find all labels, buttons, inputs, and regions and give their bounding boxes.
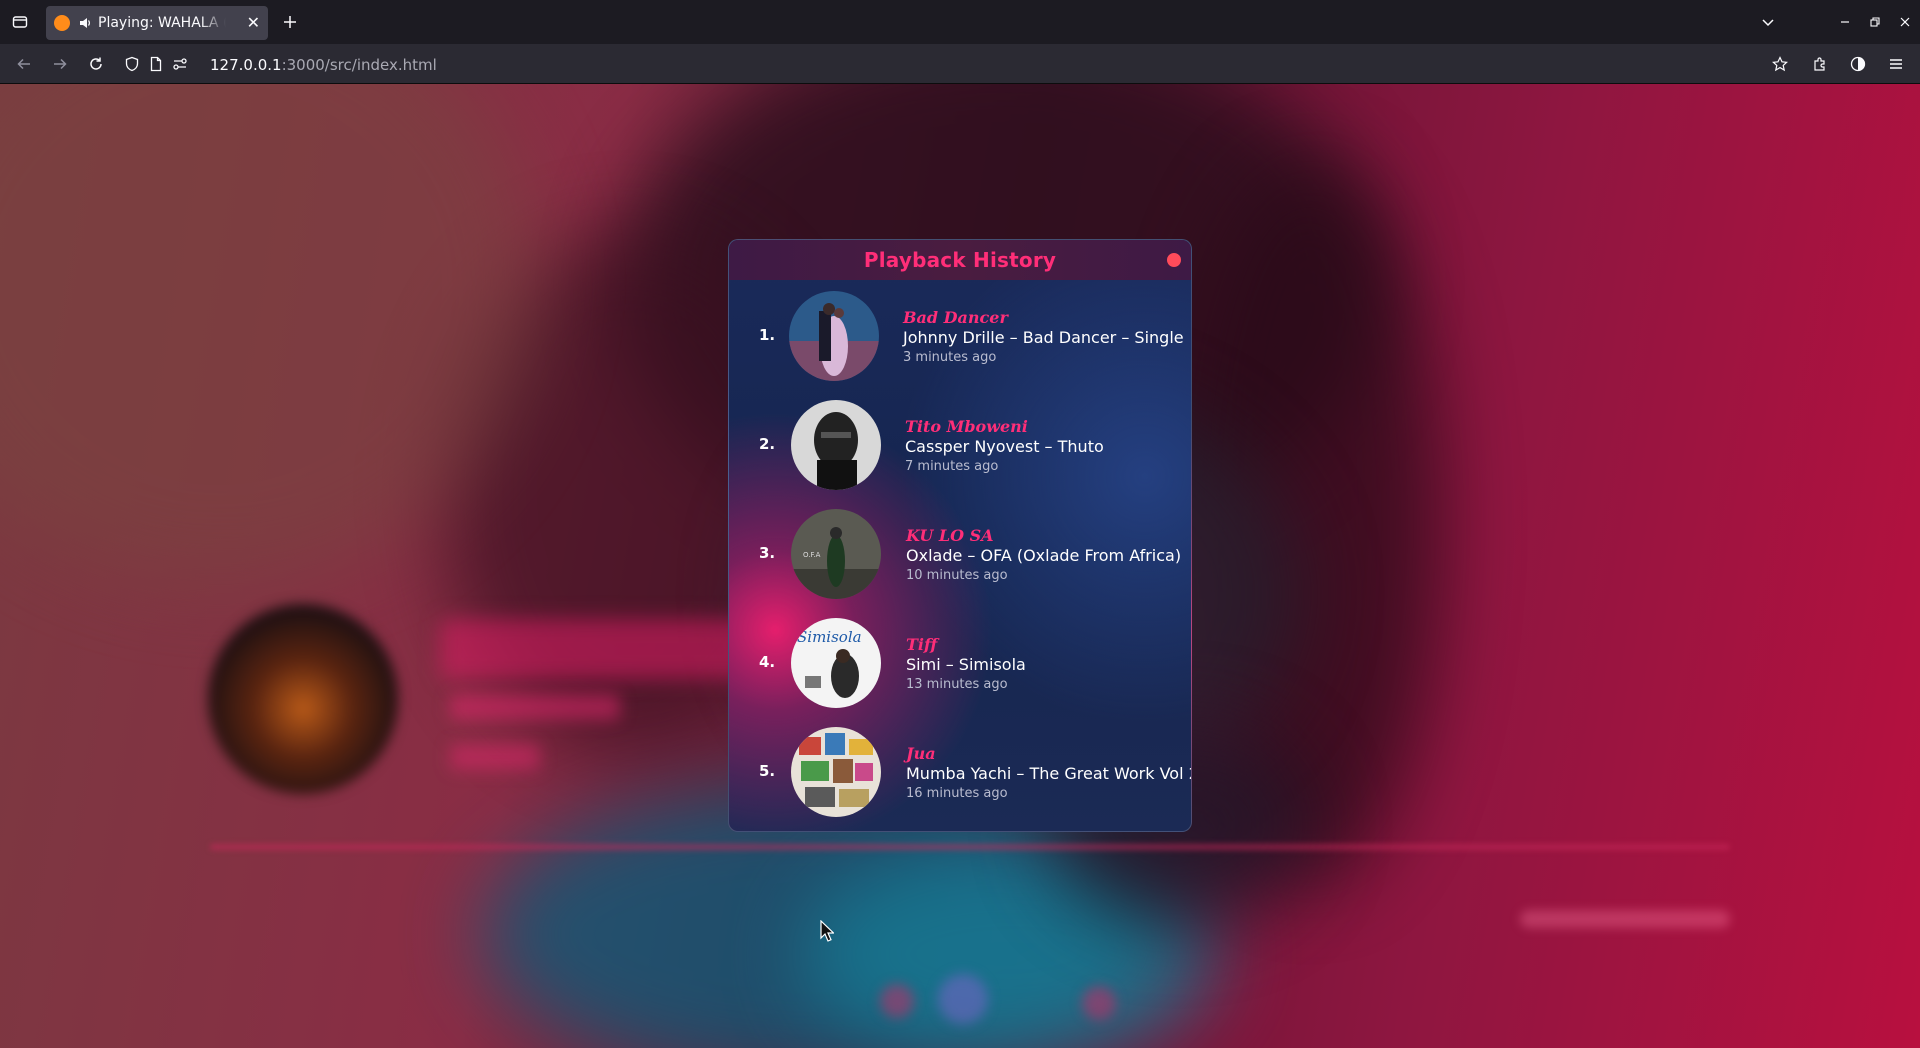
reload-icon[interactable] <box>84 52 108 76</box>
history-item[interactable]: 4. Simisola Tiff Simi – Simisola 13 minu… <box>729 613 1191 713</box>
history-item[interactable]: 2. Tito Mboweni Cassper Nyovest – Thuto … <box>729 395 1191 495</box>
tab-list-icon[interactable] <box>8 10 32 34</box>
played-time: 7 minutes ago <box>905 459 999 474</box>
history-item[interactable]: 3. O.F.A KU LO SA Oxlade – OFA (Oxlade F… <box>729 504 1191 604</box>
shield-icon[interactable] <box>120 52 144 76</box>
bookmark-star-icon[interactable] <box>1768 52 1792 76</box>
close-window-icon[interactable] <box>1890 7 1920 37</box>
now-playing-album <box>450 744 540 770</box>
item-number: 4. <box>759 653 776 671</box>
page-icon[interactable] <box>144 52 168 76</box>
window-controls <box>1830 0 1920 44</box>
svg-text:Simisola: Simisola <box>797 628 862 646</box>
history-item[interactable]: 1. Bad Dancer Johnny Drille – Bad Dancer… <box>729 286 1191 386</box>
item-number: 3. <box>759 544 776 562</box>
track-name: Tito Mboweni <box>905 417 1028 436</box>
artist-album: Cassper Nyovest – Thuto <box>905 437 1104 456</box>
url-host: 127.0.0.1 <box>210 56 282 74</box>
play-pause-button[interactable] <box>938 974 988 1024</box>
menu-icon[interactable] <box>1884 52 1908 76</box>
speaker-icon[interactable] <box>78 16 92 30</box>
now-playing-title <box>440 619 760 679</box>
album-art: Simisola <box>791 618 881 708</box>
account-icon[interactable] <box>1846 52 1870 76</box>
volume-slider[interactable] <box>1520 910 1730 928</box>
album-art <box>791 400 881 490</box>
track-name: Jua <box>906 744 936 763</box>
modal-title: Playback History <box>863 248 1057 272</box>
extensions-icon[interactable] <box>1808 52 1832 76</box>
chevron-down-icon[interactable] <box>1756 10 1780 34</box>
played-time: 13 minutes ago <box>906 677 1008 692</box>
minimize-icon[interactable] <box>1830 7 1860 37</box>
forward-icon[interactable] <box>48 52 72 76</box>
playback-progress-bar[interactable] <box>210 844 1730 850</box>
artist-album: Mumba Yachi – The Great Work Vol 2 <box>906 764 1192 783</box>
history-item[interactable]: 5. Jua Mumba Yachi – The Great Work Vol … <box>729 722 1192 822</box>
item-number: 5. <box>759 762 776 780</box>
now-playing-album-art <box>208 604 398 794</box>
close-icon[interactable]: ✕ <box>247 15 260 31</box>
modal-header: Playback History <box>729 240 1191 280</box>
previous-button[interactable] <box>880 984 914 1018</box>
artist-album: Johnny Drille – Bad Dancer – Single <box>903 328 1184 347</box>
restore-icon[interactable] <box>1860 7 1890 37</box>
navigation-bar: 127.0.0.1:3000/src/index.html <box>0 44 1920 84</box>
music-player-page: Playback History 1. Bad Dancer Johnny Dr… <box>0 84 1920 1048</box>
tab-title: Playing: WAHALA (feat. Olamide) <box>98 15 226 31</box>
favicon-icon <box>54 15 70 31</box>
played-time: 3 minutes ago <box>903 350 997 365</box>
back-icon[interactable] <box>12 52 36 76</box>
mouse-cursor-icon <box>820 919 835 946</box>
item-number: 1. <box>759 326 776 344</box>
album-art <box>791 727 881 817</box>
track-name: Tiff <box>906 635 938 654</box>
artist-album: Oxlade – OFA (Oxlade From Africa) <box>906 546 1182 565</box>
connection-icon[interactable] <box>168 52 192 76</box>
svg-text:O.F.A: O.F.A <box>803 551 821 559</box>
now-playing-artist <box>450 694 620 720</box>
album-art: O.F.A <box>791 509 881 599</box>
track-name: KU LO SA <box>906 526 994 545</box>
close-modal-button[interactable] <box>1167 253 1181 267</box>
played-time: 16 minutes ago <box>906 786 1008 801</box>
artist-album: Simi – Simisola <box>906 655 1026 674</box>
browser-tab-bar: Playing: WAHALA (feat. Olamide) ✕ <box>0 0 1920 44</box>
playback-history-modal: Playback History 1. Bad Dancer Johnny Dr… <box>728 239 1192 832</box>
browser-tab-active[interactable]: Playing: WAHALA (feat. Olamide) ✕ <box>46 6 268 40</box>
played-time: 10 minutes ago <box>906 568 1008 583</box>
address-bar[interactable]: 127.0.0.1:3000/src/index.html <box>118 48 1798 80</box>
next-button[interactable] <box>1082 986 1116 1020</box>
track-name: Bad Dancer <box>903 308 1008 327</box>
plus-icon[interactable] <box>278 10 302 34</box>
url-text[interactable]: 127.0.0.1:3000/src/index.html <box>210 56 437 74</box>
album-art <box>789 291 879 381</box>
item-number: 2. <box>759 435 776 453</box>
url-path: :3000/src/index.html <box>281 56 437 74</box>
